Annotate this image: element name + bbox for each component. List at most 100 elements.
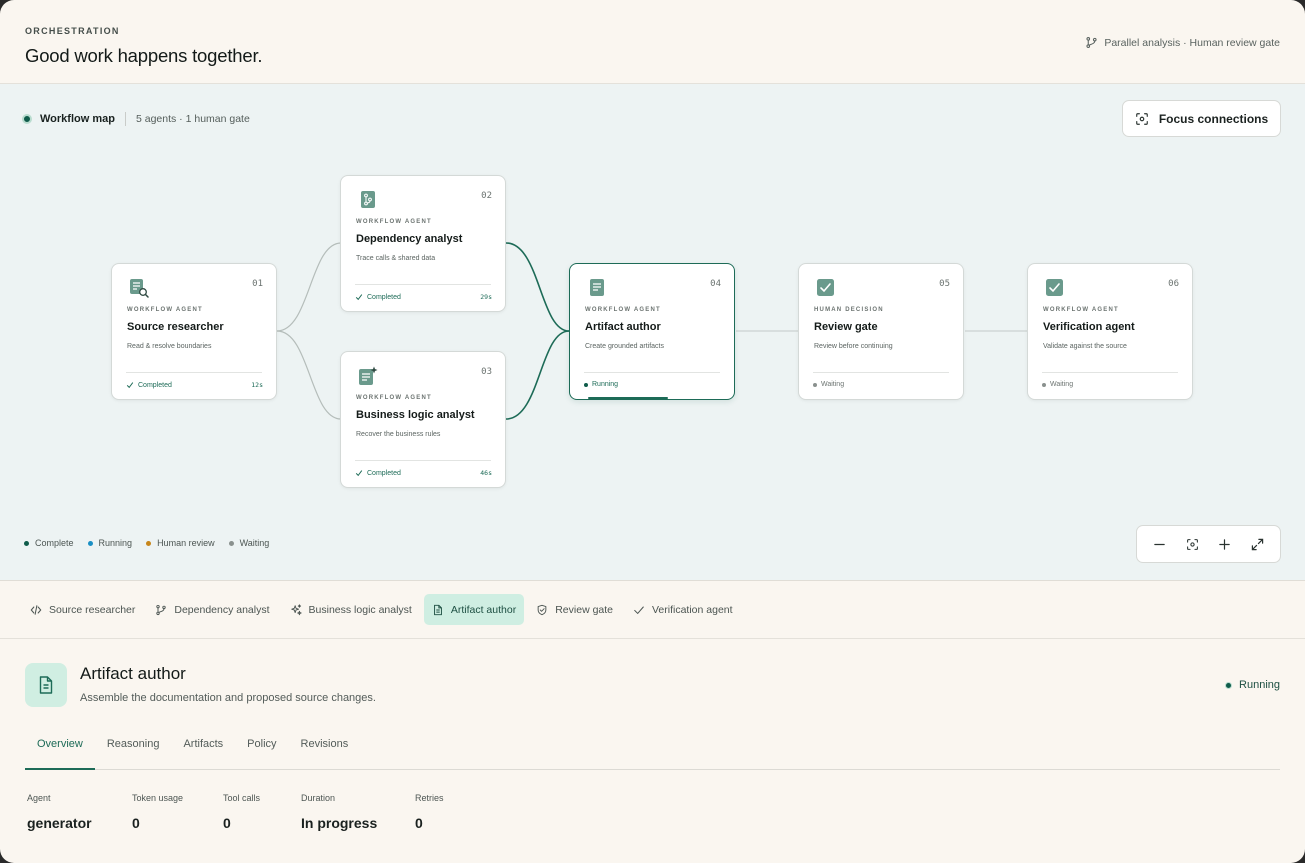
expand-icon: [1251, 538, 1264, 550]
agent-tab-artifact-author[interactable]: Artifact author: [423, 594, 525, 625]
fullscreen-button[interactable]: [1248, 534, 1268, 554]
node-kind: HUMAN DECISION: [814, 307, 884, 313]
branch-icon: [1086, 37, 1097, 48]
code-icon: [30, 604, 42, 615]
divider: [355, 284, 491, 285]
agent-tab-label: Artifact author: [450, 603, 517, 616]
agent-tab-source-researcher[interactable]: Source researcher: [22, 594, 143, 625]
node-status: Running: [584, 381, 618, 388]
node-title: Business logic analyst: [356, 409, 475, 421]
legend-label: Running: [98, 538, 133, 548]
stat-tool-calls: Tool calls 0: [223, 793, 301, 831]
node-dependency-analyst[interactable]: 02 WORKFLOW AGENT Dependency analyst Tra…: [340, 175, 506, 312]
node-duration: 46s: [480, 469, 492, 477]
node-kind: WORKFLOW AGENT: [356, 395, 432, 401]
node-description: Review before continuing: [814, 343, 893, 350]
node-duration: 12s: [251, 381, 263, 389]
legend-dot: [87, 540, 93, 546]
legend-item: Running: [87, 538, 133, 548]
node-status: Completed: [355, 469, 401, 477]
status-legend: Complete Running Human review Waiting: [24, 538, 269, 548]
node-source-researcher[interactable]: 01 WORKFLOW AGENT Source researcher Read…: [111, 263, 277, 400]
node-progress-bar: [588, 397, 668, 399]
wire-01-02: [276, 242, 342, 332]
status-dot: [1042, 382, 1046, 387]
node-description: Validate against the source: [1043, 343, 1127, 350]
zoom-out-button[interactable]: [1149, 534, 1169, 554]
stat-value: In progress: [301, 815, 378, 831]
node-duration: 29s: [480, 293, 492, 301]
agent-tabs: Source researcher Dependency analyst Bus…: [0, 581, 1305, 639]
checkbox-icon: [1046, 279, 1063, 296]
check-icon: [355, 294, 363, 301]
tab-artifacts[interactable]: Artifacts: [171, 730, 235, 769]
node-status-label: Completed: [367, 293, 401, 301]
workflow-meta-text: Parallel analysis · Human review gate: [1104, 36, 1280, 49]
node-title: Verification agent: [1043, 321, 1135, 333]
tab-revisions[interactable]: Revisions: [289, 730, 361, 769]
agent-tab-review-gate[interactable]: Review gate: [528, 594, 621, 625]
node-number: 06: [1168, 279, 1179, 289]
detail-status-badge: Running: [1225, 679, 1280, 691]
status-dot: [813, 382, 817, 387]
zoom-controls: [1136, 525, 1281, 563]
node-number: 02: [481, 191, 492, 201]
detail-description: Assemble the documentation and proposed …: [80, 692, 376, 704]
legend-dot: [228, 540, 234, 546]
page-title: Good work happens together.: [25, 45, 263, 66]
checkbox-icon: [817, 279, 834, 296]
document-search-icon: [130, 279, 149, 298]
workflow-meta: Parallel analysis · Human review gate: [1085, 36, 1280, 49]
node-kind: WORKFLOW AGENT: [1043, 307, 1119, 313]
status-dot: [584, 382, 588, 387]
zoom-in-button[interactable]: [1215, 534, 1235, 554]
node-number: 03: [481, 367, 492, 377]
node-business-logic-analyst[interactable]: 03 WORKFLOW AGENT Business logic analyst…: [340, 351, 506, 488]
workflow-canvas[interactable]: Workflow map 5 agents · 1 human gate Foc…: [0, 84, 1305, 581]
tab-overview[interactable]: Overview: [25, 730, 95, 770]
node-title: Dependency analyst: [356, 233, 463, 245]
divider: [1042, 372, 1178, 373]
legend-item: Human review: [146, 538, 215, 548]
fit-view-button[interactable]: [1182, 534, 1202, 554]
stat-token-usage: Token usage 0: [132, 793, 223, 831]
legend-dot: [24, 540, 29, 546]
tab-policy[interactable]: Policy: [235, 730, 288, 769]
node-status-label: Completed: [138, 381, 172, 389]
shield-icon: [537, 604, 547, 615]
detail-tabs: Overview Reasoning Artifacts Policy Revi…: [25, 730, 1280, 770]
node-title: Artifact author: [585, 321, 661, 333]
divider: [126, 372, 262, 373]
agent-tab-label: Verification agent: [652, 603, 733, 616]
stat-label: Retries: [415, 793, 444, 803]
status-dot: [1225, 681, 1233, 689]
check-icon: [355, 470, 363, 477]
node-review-gate[interactable]: 05 HUMAN DECISION Review gate Review bef…: [798, 263, 964, 400]
wire-02-04: [505, 242, 570, 332]
stat-label: Tool calls: [223, 793, 261, 803]
node-kind: WORKFLOW AGENT: [127, 307, 203, 313]
page-header: ORCHESTRATION Good work happens together…: [0, 0, 1305, 84]
tab-reasoning[interactable]: Reasoning: [95, 730, 172, 769]
node-description: Read & resolve boundaries: [127, 343, 212, 350]
stat-value: 0: [132, 815, 140, 831]
node-status: Completed: [126, 381, 172, 389]
node-description: Create grounded artifacts: [585, 343, 664, 350]
agent-tab-label: Business logic analyst: [308, 603, 412, 616]
check-icon: [634, 605, 644, 614]
node-number: 01: [252, 279, 263, 289]
node-artifact-author[interactable]: 04 WORKFLOW AGENT Artifact author Create…: [569, 263, 735, 400]
check-icon: [126, 382, 134, 389]
node-status-label: Waiting: [821, 381, 845, 388]
document-icon: [590, 279, 604, 296]
node-number: 05: [939, 279, 950, 289]
legend-label: Human review: [157, 538, 215, 548]
focus-icon: [1186, 538, 1198, 550]
node-verification-agent[interactable]: 06 WORKFLOW AGENT Verification agent Val…: [1027, 263, 1193, 400]
branch-icon: [156, 604, 167, 615]
agent-tab-dependency-analyst[interactable]: Dependency analyst: [147, 594, 277, 625]
minus-icon: [1154, 543, 1165, 545]
divider: [355, 460, 491, 461]
agent-tab-verification-agent[interactable]: Verification agent: [625, 594, 741, 625]
agent-tab-business-logic-analyst[interactable]: Business logic analyst: [282, 594, 420, 625]
